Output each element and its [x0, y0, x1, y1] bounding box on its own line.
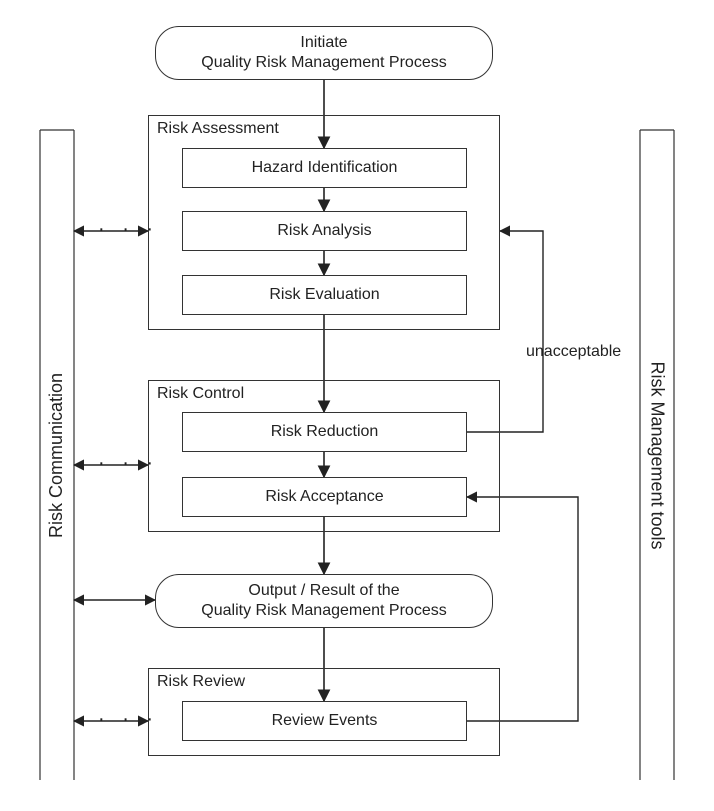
risk-reduction-node: Risk Reduction	[182, 412, 467, 452]
risk-management-tools-bar: Risk Management tools	[640, 130, 674, 780]
risk-review-title: Risk Review	[157, 673, 245, 691]
risk-communication-label: Risk Communication	[47, 372, 68, 537]
risk-management-tools-label: Risk Management tools	[647, 361, 668, 549]
review-events-node: Review Events	[182, 701, 467, 741]
output-node: Output / Result of the Quality Risk Mana…	[155, 574, 493, 628]
risk-acceptance-label: Risk Acceptance	[265, 487, 383, 507]
hazard-identification-label: Hazard Identification	[252, 158, 398, 178]
risk-control-title: Risk Control	[157, 385, 244, 403]
hazard-identification-node: Hazard Identification	[182, 148, 467, 188]
risk-communication-bar: Risk Communication	[40, 130, 74, 780]
ellipsis-icon: · · ·	[98, 452, 159, 475]
risk-analysis-label: Risk Analysis	[277, 221, 371, 241]
risk-assessment-title: Risk Assessment	[157, 120, 279, 138]
risk-evaluation-label: Risk Evaluation	[269, 285, 379, 305]
output-line1: Output / Result of the	[201, 581, 446, 601]
risk-acceptance-node: Risk Acceptance	[182, 477, 467, 517]
diagram-canvas: Initiate Quality Risk Management Process…	[0, 0, 714, 811]
ellipsis-icon: · · ·	[98, 218, 159, 241]
initiate-line2: Quality Risk Management Process	[201, 53, 446, 73]
risk-evaluation-node: Risk Evaluation	[182, 275, 467, 315]
risk-analysis-node: Risk Analysis	[182, 211, 467, 251]
review-events-label: Review Events	[272, 711, 378, 731]
risk-reduction-label: Risk Reduction	[271, 422, 379, 442]
unacceptable-label: unacceptable	[526, 343, 621, 361]
initiate-line1: Initiate	[201, 33, 446, 53]
output-line2: Quality Risk Management Process	[201, 601, 446, 621]
ellipsis-icon: · · ·	[98, 708, 159, 731]
initiate-node: Initiate Quality Risk Management Process	[155, 26, 493, 80]
